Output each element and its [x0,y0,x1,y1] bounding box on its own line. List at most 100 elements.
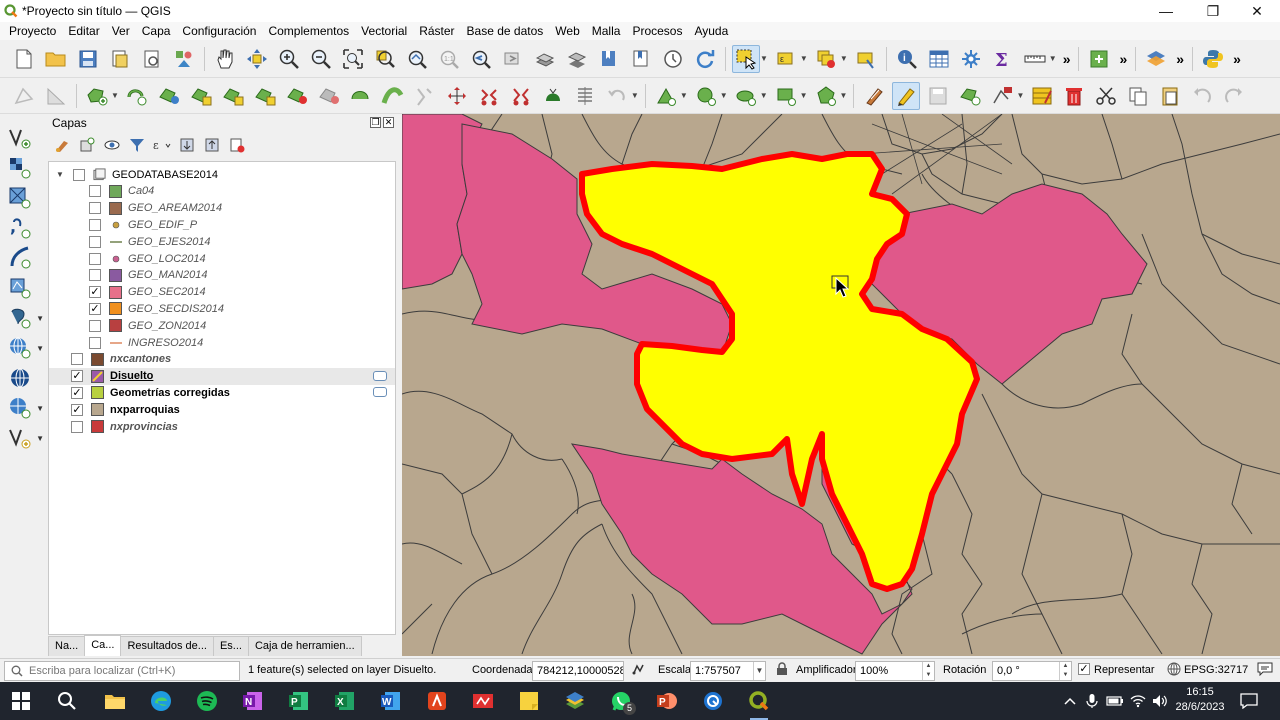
pdf-reader-icon[interactable] [422,686,452,716]
python-console-icon[interactable] [1199,45,1227,73]
save-edits-icon[interactable] [924,82,952,110]
zoom-to-layer-icon[interactable] [403,45,431,73]
zoom-last-icon[interactable] [467,45,495,73]
anydesk-icon[interactable] [468,686,498,716]
layer-row[interactable]: ✓ nxparroquias [49,401,395,418]
battery-icon[interactable] [1106,682,1124,720]
split-features-icon[interactable] [411,82,439,110]
ellipse-dropdown-icon[interactable]: ▼ [760,91,768,100]
select-dropdown-icon[interactable]: ▼ [760,54,768,63]
identify-features-icon[interactable]: i [893,45,921,73]
zoom-full-icon[interactable] [339,45,367,73]
taskbar-clock[interactable]: 16:15 28/6/2023 [1172,685,1228,715]
menu-capa[interactable]: Capa [136,22,177,40]
filter-legend-icon[interactable] [127,136,147,154]
new-print-layout-icon[interactable] [106,45,134,73]
shape-digitizing-icon[interactable] [652,82,680,110]
ellipse-digitizing-icon[interactable] [732,82,760,110]
new-map-view-icon[interactable] [531,45,559,73]
vpn-client-icon[interactable] [698,686,728,716]
powerpoint-icon[interactable]: P [652,686,682,716]
cut-features-icon[interactable] [1092,82,1120,110]
lock-scale-icon[interactable] [776,662,788,679]
magnifier-spinner-icon[interactable]: ▲ ▼ [922,662,934,680]
new-3d-map-icon[interactable] [563,45,591,73]
onenote-icon[interactable]: N [238,686,268,716]
add-wfs-layer-icon[interactable]: ▼ [6,394,44,422]
layer-visibility-checkbox[interactable]: ✓ [71,370,83,383]
scale-dropdown-icon[interactable]: ▼ [753,662,765,680]
reshape-feature-icon[interactable] [347,82,375,110]
coordinate-toggle-icon[interactable] [631,662,645,679]
search-icon[interactable] [52,686,82,716]
show-hidden-icons[interactable] [1063,682,1077,720]
zoom-in-icon[interactable] [275,45,303,73]
tab-estilo[interactable]: Es... [212,636,249,656]
layer-row[interactable]: ✓ Geometrías corregidas [49,384,395,401]
zoom-native-icon[interactable]: 1:1 [435,45,463,73]
plugin-manager-icon[interactable] [1085,45,1113,73]
layer-row[interactable]: GEO_EDIF_P [49,216,395,233]
editing-indicator-icon[interactable] [373,370,387,381]
measure-dropdown-icon[interactable]: ▼ [1049,54,1057,63]
new-shapefile-icon[interactable]: ▼ [6,424,44,452]
layer-visibility-checkbox[interactable]: ✓ [71,386,83,399]
layer-visibility-checkbox[interactable] [89,269,101,282]
layer-row[interactable]: GEO_AREAM2014 [49,200,395,217]
deselect-all-icon[interactable] [812,45,840,73]
scale-feature-icon[interactable] [219,82,247,110]
collapse-all-icon[interactable] [202,136,222,154]
group-expander-icon[interactable]: ▼ [55,170,65,179]
whatsapp-icon[interactable]: 5 [606,686,636,716]
layer-visibility-checkbox[interactable] [89,218,101,231]
toolbar-overflow-icon-3[interactable]: » [1172,51,1188,67]
add-polygon-icon[interactable] [83,82,111,110]
layers-app-icon[interactable] [560,686,590,716]
windows-start-icon[interactable] [6,686,36,716]
map-svg[interactable] [402,114,1280,656]
menu-procesos[interactable]: Procesos [626,22,688,40]
temporal-controller-icon[interactable] [659,45,687,73]
rectangle-dropdown-icon[interactable]: ▼ [800,91,808,100]
toggle-edit-icon[interactable] [860,82,888,110]
layer-row[interactable]: GEO_MAN2014 [49,267,395,284]
undo-icon[interactable] [1188,82,1216,110]
select-features-icon[interactable] [732,44,760,73]
delete-ring-icon[interactable] [315,82,343,110]
simplify-feature-icon[interactable] [251,82,279,110]
menu-proyecto[interactable]: Proyecto [3,22,62,40]
digitize-segment-icon[interactable] [123,82,151,110]
split-parts-icon[interactable] [475,82,503,110]
editing-indicator-icon[interactable] [373,387,387,398]
layer-visibility-checkbox[interactable] [89,185,101,198]
circle-digitizing-icon[interactable] [692,82,720,110]
new-project-icon[interactable] [10,45,38,73]
add-geopackage-icon[interactable] [6,244,34,272]
layer-visibility-checkbox[interactable] [89,336,101,349]
save-project-icon[interactable] [74,45,102,73]
add-raster-layer-icon[interactable] [6,154,34,182]
zoom-out-icon[interactable] [307,45,335,73]
coordinate-field[interactable]: 784212,10000528 [532,661,624,681]
layer-visibility-checkbox[interactable] [71,420,83,433]
layer-row[interactable]: GEO_ZON2014 [49,317,395,334]
layer-visibility-checkbox[interactable] [89,252,101,265]
filter-expression-icon[interactable]: ε [152,136,172,154]
layer-visibility-checkbox[interactable] [71,353,83,366]
project-icon[interactable]: P [284,686,314,716]
menu-base-de-datos[interactable]: Base de datos [461,22,550,40]
vertex-editor-dropdown-icon[interactable]: ▼ [1016,91,1024,100]
toolbar-overflow-icon-4[interactable]: » [1229,51,1245,67]
layer-row[interactable]: Ca04 [49,183,395,200]
add-vector-layer-icon[interactable] [6,124,34,152]
layer-visibility-checkbox[interactable]: ✓ [89,302,101,315]
shape-dropdown-icon[interactable]: ▼ [680,91,688,100]
delete-part-icon[interactable] [283,82,311,110]
render-checkbox[interactable]: ✓ [1078,663,1090,675]
layer-visibility-checkbox[interactable]: ✓ [89,286,101,299]
merge-attributes-icon[interactable] [539,82,567,110]
crs-label[interactable]: EPSG:32717 [1184,664,1248,676]
polygon-digitizing-icon[interactable] [812,82,840,110]
menu-ayuda[interactable]: Ayuda [688,22,734,40]
vertex-tool-icon[interactable] [155,82,183,110]
